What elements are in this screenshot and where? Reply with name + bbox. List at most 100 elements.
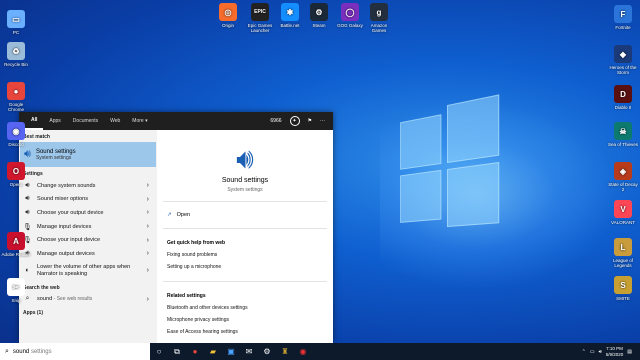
store-icon[interactable]: ▣ bbox=[222, 343, 240, 360]
settings-result-label: Change system sounds bbox=[37, 182, 96, 189]
chrome-taskbar-icon[interactable]: ● bbox=[186, 343, 204, 360]
desktop-icon[interactable]: L League of Legends bbox=[608, 238, 638, 268]
web-result-sound[interactable]: ⌕ sound - See web results › bbox=[19, 293, 157, 307]
volume-icon[interactable]: 🔊︎ bbox=[599, 349, 602, 355]
speaker-icon: 🔊︎ bbox=[25, 195, 30, 203]
related-setting-link[interactable]: Microphone privacy settings bbox=[157, 314, 333, 326]
settings-result-item[interactable]: 🔊︎ Change system sounds › bbox=[19, 179, 157, 193]
tab-more[interactable]: More ▾ bbox=[126, 112, 153, 130]
taskbar-search-box[interactable]: ⌕ sound settings bbox=[0, 343, 150, 360]
apps-header: Apps (1) bbox=[23, 310, 43, 317]
desktop-icon-label: Snip bbox=[11, 298, 21, 303]
desktop-icon[interactable]: ◈ State of Decay 2 bbox=[608, 162, 638, 192]
desktop-icon-label: State of Decay 2 bbox=[608, 182, 638, 192]
web-suffix: - See web results bbox=[52, 296, 93, 303]
app-icon: ● bbox=[7, 82, 25, 100]
tab-web[interactable]: Web bbox=[104, 112, 126, 130]
clock-time: 7:10 PM bbox=[606, 345, 623, 351]
desktop-icon-label: Opera bbox=[9, 182, 23, 187]
app-icon: ✂ bbox=[7, 278, 25, 296]
network-icon[interactable]: ▭ bbox=[590, 349, 595, 355]
microphone-icon: 🎙︎ bbox=[23, 223, 32, 231]
desktop-icon[interactable]: ✱ Battle.net bbox=[275, 3, 305, 28]
desktop-icon[interactable]: ☠ Sea of Thieves bbox=[608, 122, 638, 147]
open-button[interactable]: ↗ Open bbox=[157, 210, 333, 220]
quick-help-link[interactable]: Setting up a microphone bbox=[157, 261, 333, 273]
task-view-icon[interactable]: ⧉ bbox=[168, 343, 186, 360]
desktop-icon[interactable]: ♻ Recycle Bin bbox=[1, 42, 31, 67]
mail-icon[interactable]: ✉ bbox=[240, 343, 258, 360]
desktop-icon[interactable]: ✂ Snip bbox=[1, 278, 31, 303]
steam-taskbar-icon[interactable]: ⚙ bbox=[258, 343, 276, 360]
desktop-icon[interactable]: ● Google Chrome bbox=[1, 82, 31, 112]
rewards-medal-icon[interactable]: ✦ bbox=[289, 116, 300, 126]
desktop-icon-label: Steam bbox=[312, 23, 326, 28]
clock[interactable]: 7:10 PM 5/9/2020 bbox=[606, 346, 624, 358]
more-options-icon[interactable]: ··· bbox=[320, 118, 325, 124]
desktop-icon[interactable]: D Diablo II bbox=[608, 85, 638, 110]
tab-more-label: More bbox=[132, 118, 144, 124]
settings-result-item[interactable]: 🔊︎ Manage output devices › bbox=[19, 247, 157, 261]
desktop-icon[interactable]: EPIC Epic Games Launcher bbox=[245, 3, 275, 33]
rewards-points: 6966 bbox=[270, 118, 282, 124]
system-tray: ⌃ ▭ 🔊︎ 7:10 PM 5/9/2020 ▤ bbox=[582, 343, 640, 360]
desktop-icon[interactable]: ◎ Origin bbox=[213, 3, 243, 28]
desktop-icon[interactable]: O Opera bbox=[1, 162, 31, 187]
results-list: Best match 🔊︎ Sound settings System sett… bbox=[19, 130, 157, 343]
feedback-icon[interactable]: ⚑ bbox=[308, 118, 312, 124]
start-search-panel: All Apps Documents Web More ▾ 6966 ✦ ⚑ ·… bbox=[19, 112, 333, 343]
desktop-icon-label: Adobe Reader bbox=[1, 252, 31, 257]
app-icon: ⚙ bbox=[310, 3, 328, 21]
related-setting-link[interactable]: Ease of Access hearing settings bbox=[157, 326, 333, 338]
desktop-icon[interactable]: A Adobe Reader bbox=[1, 232, 31, 257]
quick-help-header: Get quick help from web bbox=[167, 240, 226, 246]
app-icon: V bbox=[614, 200, 632, 218]
desktop-icon-label: League of Legends bbox=[612, 258, 634, 268]
open-icon: ↗ bbox=[167, 212, 172, 218]
notifications-icon[interactable]: ▤ bbox=[627, 349, 632, 355]
desktop-icon[interactable]: ◉ Discord bbox=[1, 122, 31, 147]
app-icon: S bbox=[614, 276, 632, 294]
related-setting-link[interactable]: Bluetooth and other devices settings bbox=[157, 302, 333, 314]
desktop-icon[interactable]: g Amazon Games bbox=[364, 3, 394, 33]
taskbar: ⌕ sound settings ○ ⧉ ● ▰ ▣ ✉ ⚙ ♜ ◉ ⌃ ▭ 🔊… bbox=[0, 343, 640, 360]
speaker-large-icon: 🔊︎ bbox=[236, 143, 254, 174]
settings-result-item[interactable]: 🔊︎ Sound mixer options › bbox=[19, 193, 157, 207]
desktop-icon-label: Discord bbox=[8, 142, 24, 147]
app-icon: ▭ bbox=[7, 10, 25, 28]
chevron-right-icon: › bbox=[146, 250, 149, 258]
file-explorer-icon[interactable]: ▰ bbox=[204, 343, 222, 360]
desktop-icon-label: Battle.net bbox=[280, 23, 300, 28]
desktop-icon-label: Google Chrome bbox=[7, 102, 24, 112]
settings-result-item[interactable]: ◐ Lower the volume of other apps when Nar… bbox=[19, 261, 157, 281]
desktop-icon[interactable]: V VALORANT bbox=[608, 200, 638, 225]
desktop-icon[interactable]: ◯ GOG Galaxy bbox=[335, 3, 365, 28]
settings-result-item[interactable]: 🎙︎ Choose your input device › bbox=[19, 233, 157, 247]
desktop-icon[interactable]: F Fortnite bbox=[608, 5, 638, 30]
app-icon: EPIC bbox=[251, 3, 269, 21]
search-completion: settings bbox=[29, 348, 52, 355]
desktop-icon[interactable]: ⚙ Steam bbox=[304, 3, 334, 28]
settings-header: Settings bbox=[23, 171, 43, 177]
chevron-right-icon: › bbox=[146, 182, 149, 190]
quick-help-link[interactable]: Fixing sound problems bbox=[157, 249, 333, 261]
tab-documents[interactable]: Documents bbox=[67, 112, 104, 130]
app-taskbar-icon[interactable]: ♜ bbox=[276, 343, 294, 360]
desktop-icon[interactable]: S SMITE bbox=[608, 276, 638, 301]
record-taskbar-icon[interactable]: ◉ bbox=[294, 343, 312, 360]
settings-result-item[interactable]: 🎙︎ Manage input devices › bbox=[19, 220, 157, 234]
desktop-icon[interactable]: ◆ Heroes of the Storm bbox=[608, 45, 638, 75]
chevron-up-icon[interactable]: ⌃ bbox=[582, 349, 586, 355]
best-match-sound-settings[interactable]: 🔊︎ Sound settings System settings bbox=[20, 142, 156, 167]
speaker-icon: 🔊︎ bbox=[25, 208, 30, 216]
cortana-icon[interactable]: ○ bbox=[150, 343, 168, 360]
desktop-icon-label: SMITE bbox=[616, 296, 630, 301]
best-match-title: Sound settings bbox=[35, 148, 76, 155]
desktop-icon-label: GOG Galaxy bbox=[337, 23, 363, 28]
desktop-icon-label: Diablo II bbox=[614, 105, 632, 110]
app-icon: ◎ bbox=[219, 3, 237, 21]
tab-apps[interactable]: Apps bbox=[43, 112, 66, 130]
settings-result-item[interactable]: 🔊︎ Choose your output device › bbox=[19, 206, 157, 220]
related-settings-header: Related settings bbox=[167, 293, 206, 299]
desktop-icon[interactable]: ▭ PC bbox=[1, 10, 31, 35]
